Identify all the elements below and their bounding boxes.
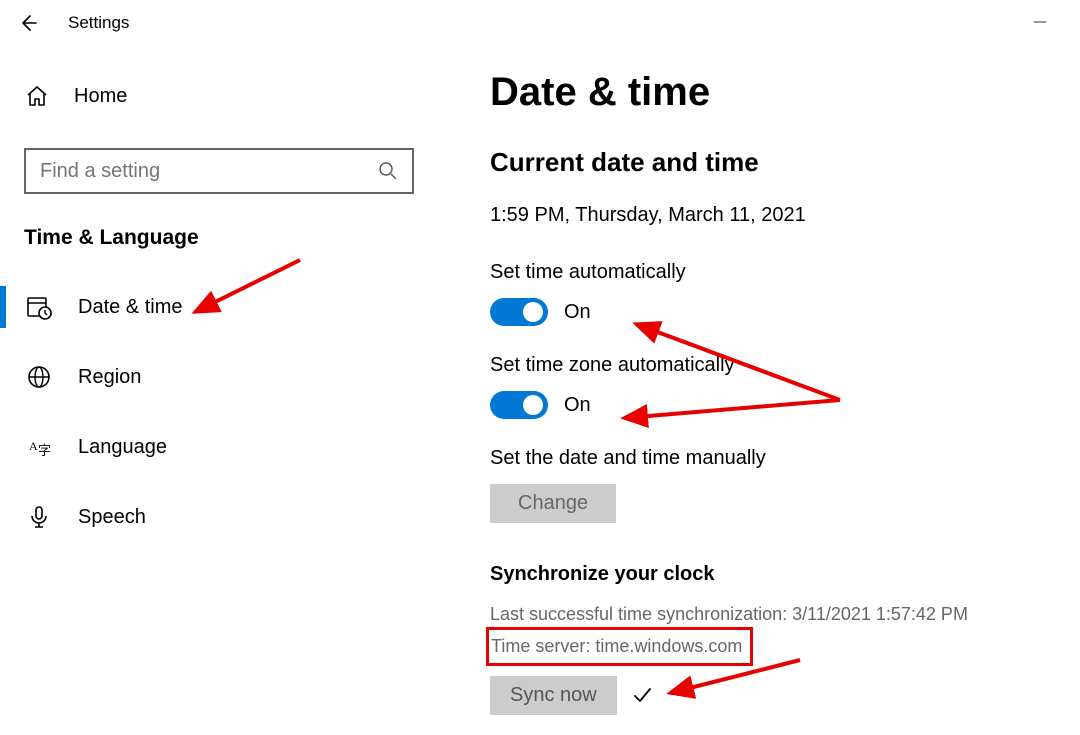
window-title: Settings — [68, 13, 129, 33]
sidebar-item-date-time[interactable]: Date & time — [0, 272, 438, 342]
manual-datetime-label: Set the date and time manually — [490, 447, 1050, 470]
sidebar-item-region[interactable]: Region — [0, 342, 438, 412]
sidebar-item-label: Region — [78, 366, 141, 389]
current-datetime-value: 1:59 PM, Thursday, March 11, 2021 — [490, 204, 1050, 227]
page-title: Date & time — [490, 70, 1050, 115]
minimize-icon[interactable] — [1030, 12, 1050, 32]
sidebar-item-label: Language — [78, 436, 167, 459]
set-tz-auto-state: On — [564, 394, 591, 417]
back-arrow-icon[interactable] — [16, 11, 40, 35]
main-content: Date & time Current date and time 1:59 P… — [438, 46, 1080, 735]
time-server-text: Time server: time.windows.com — [486, 627, 753, 666]
sidebar-item-speech[interactable]: Speech — [0, 482, 438, 552]
set-tz-auto-label: Set time zone automatically — [490, 354, 1050, 377]
search-field[interactable] — [40, 160, 378, 183]
search-icon — [378, 161, 398, 181]
sidebar: Home Time & Language Date & time Region — [0, 46, 438, 735]
last-sync-text: Last successful time synchronization: 3/… — [490, 600, 1050, 629]
set-tz-auto-toggle[interactable] — [490, 391, 548, 419]
microphone-icon — [26, 504, 52, 530]
set-time-auto-state: On — [564, 301, 591, 324]
calendar-clock-icon — [26, 294, 52, 320]
sidebar-item-label: Speech — [78, 506, 146, 529]
set-time-auto-label: Set time automatically — [490, 261, 1050, 284]
checkmark-icon — [631, 684, 653, 706]
language-icon: A字 — [26, 434, 52, 460]
sidebar-home-label: Home — [74, 85, 127, 108]
section-current-datetime: Current date and time — [490, 147, 1050, 178]
search-input[interactable] — [24, 148, 414, 194]
sidebar-item-language[interactable]: A字 Language — [0, 412, 438, 482]
set-time-auto-toggle[interactable] — [490, 298, 548, 326]
sidebar-item-label: Date & time — [78, 296, 182, 319]
titlebar: Settings — [0, 0, 1080, 46]
sync-section-title: Synchronize your clock — [490, 563, 1050, 586]
svg-text:A: A — [29, 439, 38, 453]
svg-text:字: 字 — [38, 443, 51, 458]
sidebar-home[interactable]: Home — [0, 68, 438, 124]
globe-icon — [26, 364, 52, 390]
change-button: Change — [490, 484, 616, 523]
sidebar-category: Time & Language — [0, 214, 438, 272]
home-icon — [24, 83, 50, 109]
sync-now-button[interactable]: Sync now — [490, 676, 617, 715]
